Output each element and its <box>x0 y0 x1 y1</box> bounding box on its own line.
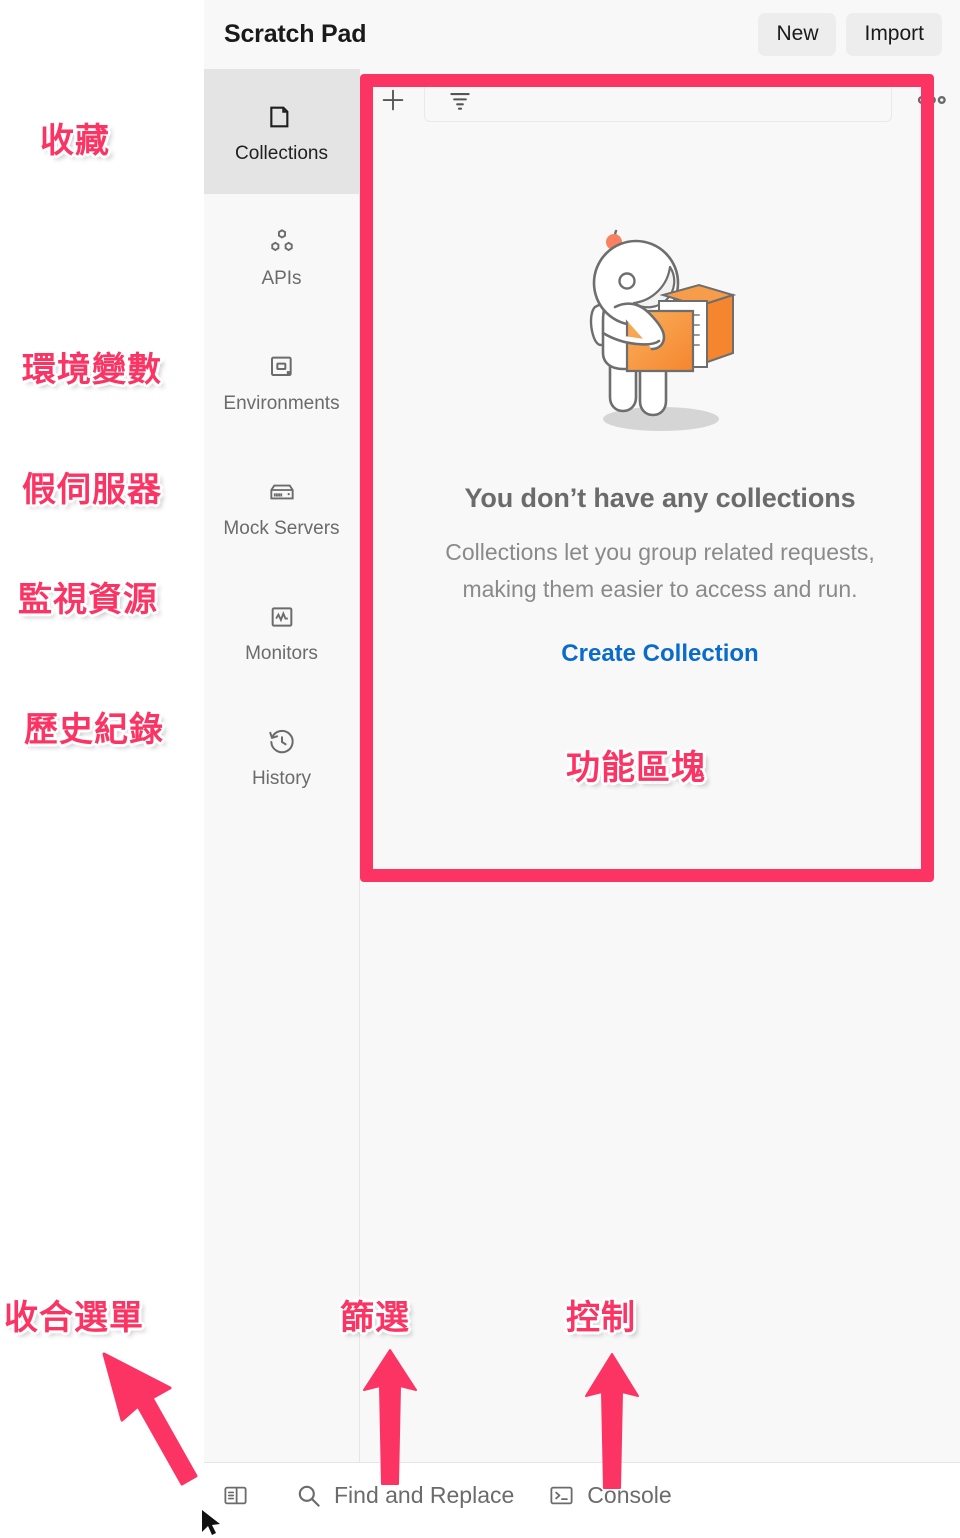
filter-icon <box>447 87 473 113</box>
annotation-collections: 收藏 <box>40 121 110 161</box>
empty-state: You don’t have any collections Collectio… <box>360 131 960 668</box>
empty-state-title: You don’t have any collections <box>464 483 856 513</box>
sidebar-item-label: Collections <box>235 142 328 164</box>
panel-toolbar <box>360 69 960 131</box>
sidebar-item-label: Environments <box>223 392 340 414</box>
annotation-monitors: 監視資源 <box>18 580 158 620</box>
apis-icon <box>266 226 298 258</box>
new-button[interactable]: New <box>758 13 837 56</box>
sidebar-item-collections[interactable]: Collections <box>204 69 359 194</box>
annotation-history: 歷史紀錄 <box>24 710 164 750</box>
sidebar-item-label: Mock Servers <box>223 517 340 539</box>
sidebar-item-label: APIs <box>261 267 302 289</box>
plus-icon[interactable] <box>378 85 408 115</box>
console-icon <box>548 1482 575 1509</box>
search-icon <box>295 1482 322 1509</box>
collection-icon <box>266 101 298 133</box>
empty-state-description: Collections let you group related reques… <box>445 539 875 602</box>
sidebar-item-mock-servers[interactable]: Mock Servers <box>204 444 359 569</box>
sidebar-toggle-button[interactable] <box>222 1482 261 1509</box>
console-button[interactable]: Console <box>548 1482 672 1509</box>
history-icon <box>266 726 298 758</box>
app-header: Scratch Pad New Import <box>204 0 960 69</box>
filter-input[interactable] <box>424 78 892 122</box>
environments-icon <box>266 351 298 383</box>
postman-app-window: Scratch Pad New Import Collections APIs … <box>204 0 960 1528</box>
header-actions: New Import <box>758 13 942 56</box>
annotation-collapse-menu: 收合選單 <box>4 1298 144 1338</box>
monitors-icon <box>266 601 298 633</box>
create-collection-link[interactable]: Create Collection <box>561 640 758 668</box>
mouse-cursor <box>202 1510 220 1535</box>
console-label: Console <box>587 1482 672 1508</box>
sidebar-item-history[interactable]: History <box>204 694 359 819</box>
find-and-replace-button[interactable]: Find and Replace <box>295 1482 514 1509</box>
annotation-environments: 環境變數 <box>22 350 162 390</box>
sidebar-item-label: History <box>251 767 312 789</box>
sidebar-item-apis[interactable]: APIs <box>204 194 359 319</box>
sidebar-item-environments[interactable]: Environments <box>204 319 359 444</box>
sidebar-nav: Collections APIs Environments Mock Serve… <box>204 69 359 1462</box>
annotation-mock-servers: 假伺服器 <box>22 470 162 510</box>
page-title: Scratch Pad <box>224 20 367 48</box>
mock-servers-icon <box>266 476 298 508</box>
sidebar-toggle-icon <box>222 1482 249 1509</box>
collections-panel: You don’t have any collections Collectio… <box>359 69 960 1462</box>
import-button[interactable]: Import <box>846 13 942 56</box>
find-and-replace-label: Find and Replace <box>334 1482 515 1508</box>
ellipsis-icon[interactable] <box>912 83 946 117</box>
status-bar: Find and Replace Console <box>204 1462 960 1528</box>
sidebar-item-label: Monitors <box>245 642 318 664</box>
sidebar-item-monitors[interactable]: Monitors <box>204 569 359 694</box>
astronaut-with-box-illustration <box>557 211 763 443</box>
